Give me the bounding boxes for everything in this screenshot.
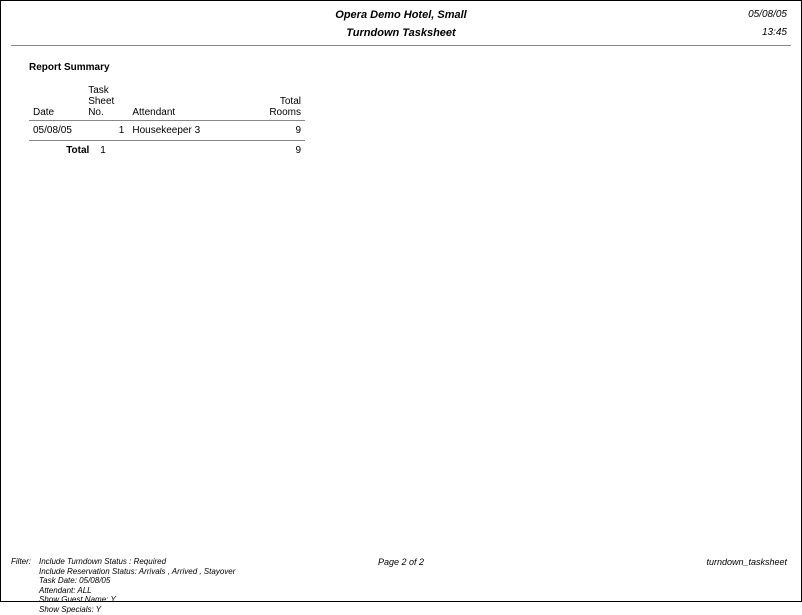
col-date: Date <box>29 83 84 121</box>
table-header-row: Date Task Sheet No. Attendant Total Room… <box>29 83 305 121</box>
table-total-row: Total 1 9 <box>29 141 305 161</box>
cell-date: 05/08/05 <box>29 121 84 141</box>
filter-line: Include Reservation Status: Arrivals , A… <box>39 567 235 577</box>
filter-line: Attendant: ALL <box>39 586 235 596</box>
filter-line: Show Specials: Y <box>39 605 235 615</box>
total-total-rooms: 9 <box>250 141 305 161</box>
filter-line: Task Date: 05/08/05 <box>39 576 235 586</box>
summary-table: Date Task Sheet No. Attendant Total Room… <box>29 83 305 160</box>
cell-total-rooms: 9 <box>250 121 305 141</box>
col-total-rooms: Total Rooms <box>250 83 305 121</box>
total-label: Total <box>66 145 89 156</box>
summary-heading: Report Summary <box>29 62 301 73</box>
report-date: 05/08/05 <box>748 9 787 20</box>
table-row: 05/08/05 1 Housekeeper 3 9 <box>29 121 305 141</box>
filter-line: Show Guest Name: Y <box>39 595 235 605</box>
report-header: Opera Demo Hotel, Small Turndown Taskshe… <box>1 1 801 39</box>
col-tasksheet-no: Task Sheet No. <box>84 83 128 121</box>
cell-attendant: Housekeeper 3 <box>128 121 249 141</box>
report-title: Turndown Tasksheet <box>11 27 791 39</box>
report-summary: Report Summary Date Task Sheet No. Atten… <box>1 46 301 160</box>
report-time: 13:45 <box>762 27 787 38</box>
report-page: Opera Demo Hotel, Small Turndown Taskshe… <box>1 1 801 601</box>
hotel-name: Opera Demo Hotel, Small <box>11 9 791 21</box>
report-id: turndown_tasksheet <box>706 557 787 567</box>
cell-tasksheet-no: 1 <box>84 121 128 141</box>
total-tasksheet-no: 1 <box>88 145 124 156</box>
col-attendant: Attendant <box>128 83 249 121</box>
page-number: Page 2 of 2 <box>11 557 791 567</box>
